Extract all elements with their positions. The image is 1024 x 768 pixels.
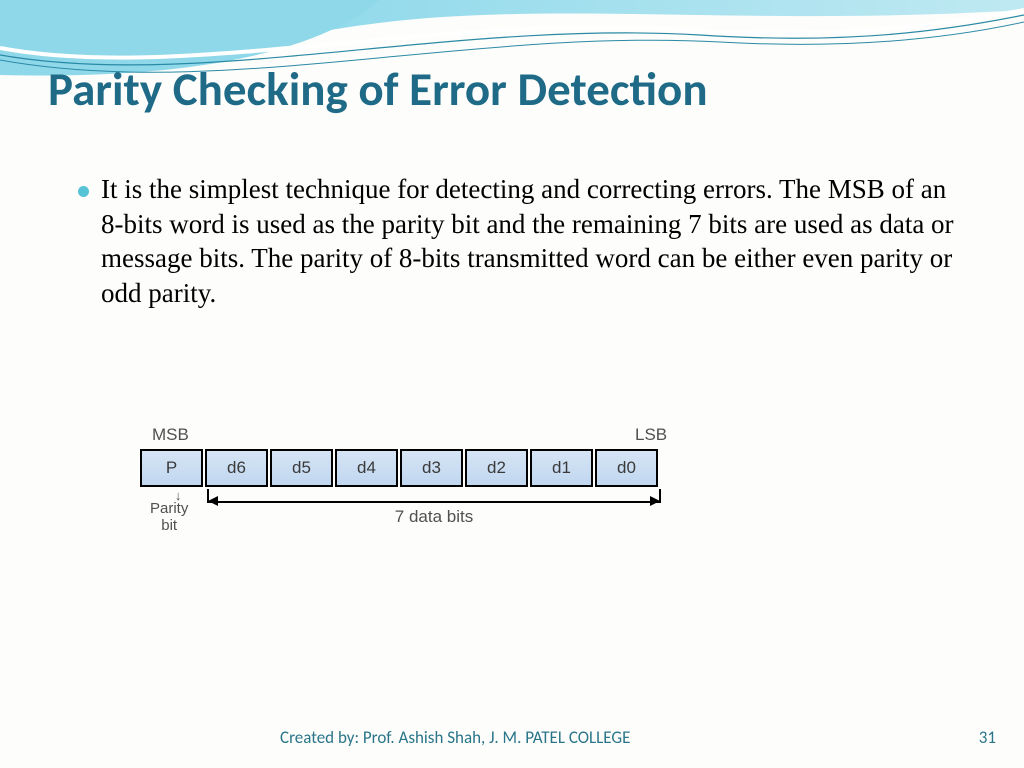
arrow-left-icon [208,496,218,506]
bit-cell-d5: d5 [270,449,333,487]
bit-cell-parity: P [140,449,203,487]
slide-title: Parity Checking of Error Detection [48,60,708,118]
msb-label: MSB [152,425,189,445]
bit-row: P d6 d5 d4 d3 d2 d1 d0 [140,449,660,487]
data-bits-label: 7 data bits [207,507,661,527]
bit-cell-d3: d3 [400,449,463,487]
lsb-label: LSB [635,425,667,445]
bit-cell-d6: d6 [205,449,268,487]
footer-credit: Created by: Prof. Ashish Shah, J. M. PAT… [280,727,660,748]
page-number: 31 [979,727,996,748]
arrow-right-icon [650,496,660,506]
bit-cell-d4: d4 [335,449,398,487]
bullet-icon [78,186,89,197]
parity-text: Parity bit [150,501,188,534]
parity-bit-label: ↓ Parity bit [168,489,188,534]
data-bits-span: 7 data bits [207,489,661,527]
bit-cell-d2: d2 [465,449,528,487]
body-text: It is the simplest technique for detecti… [101,172,960,310]
bit-cell-d1: d1 [530,449,593,487]
body-content: It is the simplest technique for detecti… [70,172,960,310]
bit-cell-d0: d0 [595,449,658,487]
